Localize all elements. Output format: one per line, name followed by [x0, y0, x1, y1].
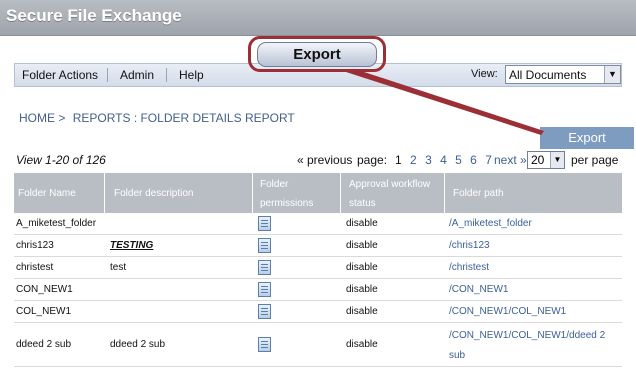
export-callout-button[interactable]: Export — [257, 42, 377, 67]
export-callout: Export — [248, 36, 386, 72]
app-window: Secure File Exchange Export Folder Actio… — [0, 0, 636, 369]
